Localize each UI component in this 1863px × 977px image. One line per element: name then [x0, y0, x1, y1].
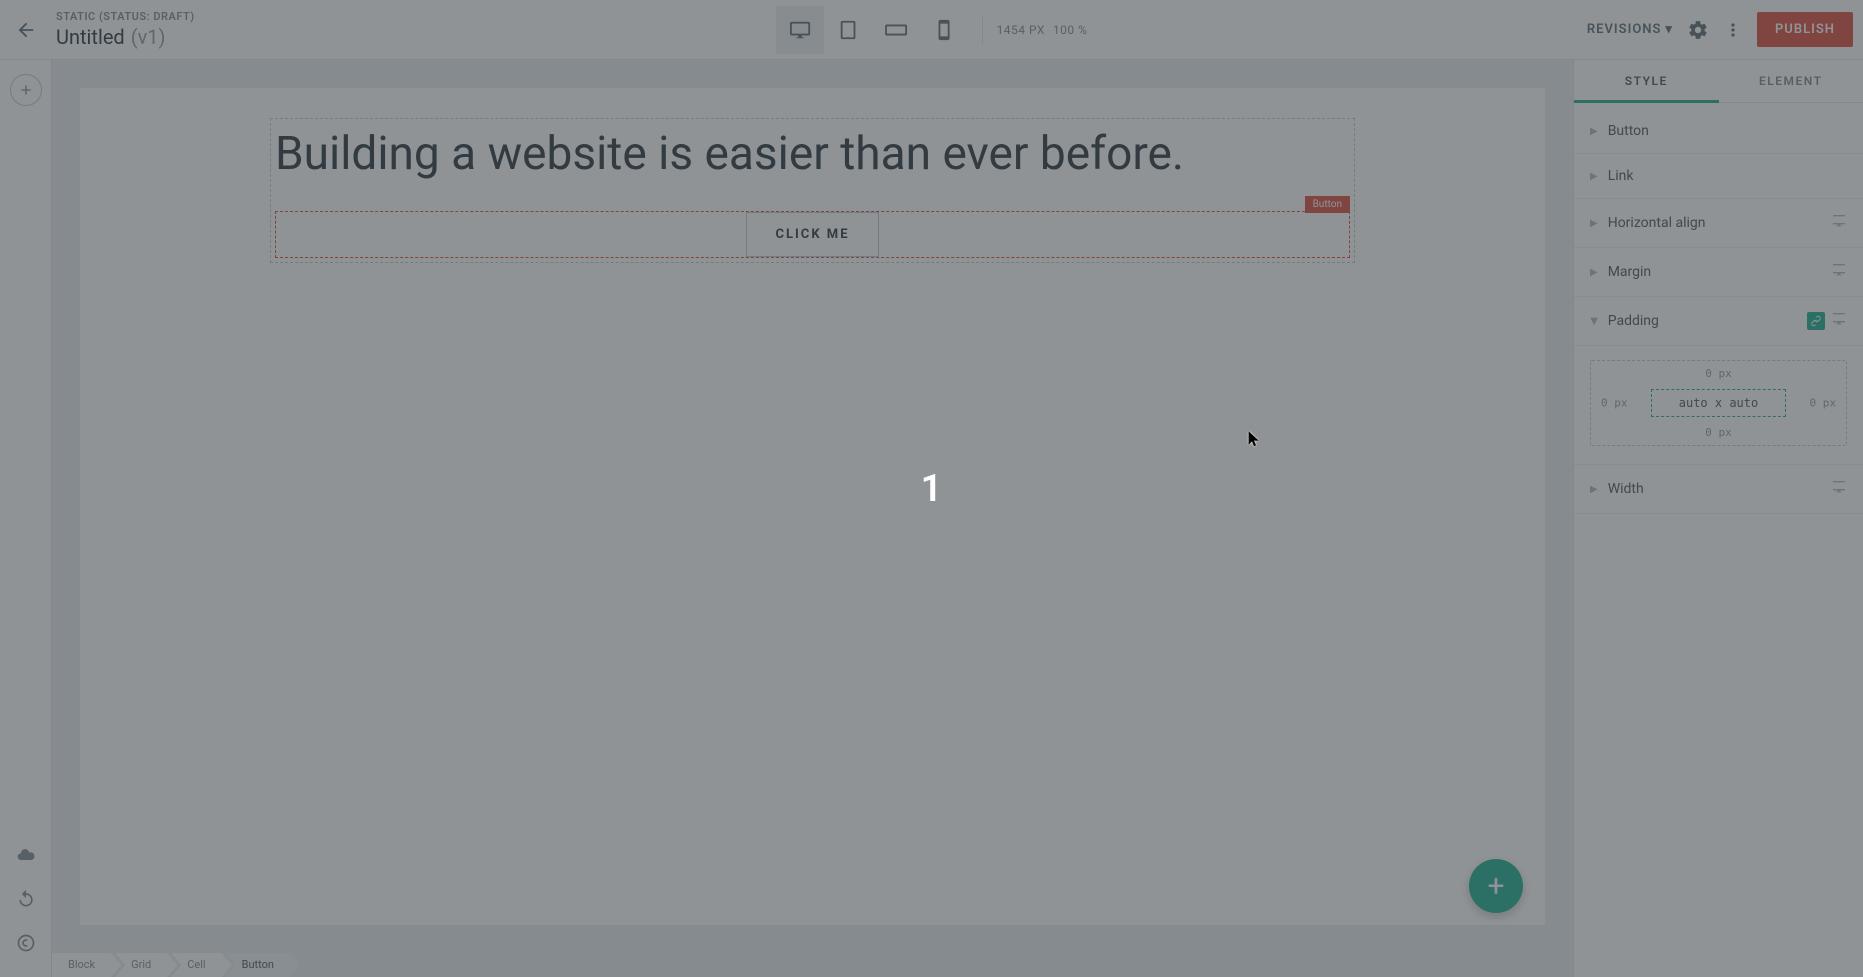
overlay-counter: 1 [921, 467, 943, 511]
modal-overlay[interactable]: 1 [0, 0, 1863, 977]
